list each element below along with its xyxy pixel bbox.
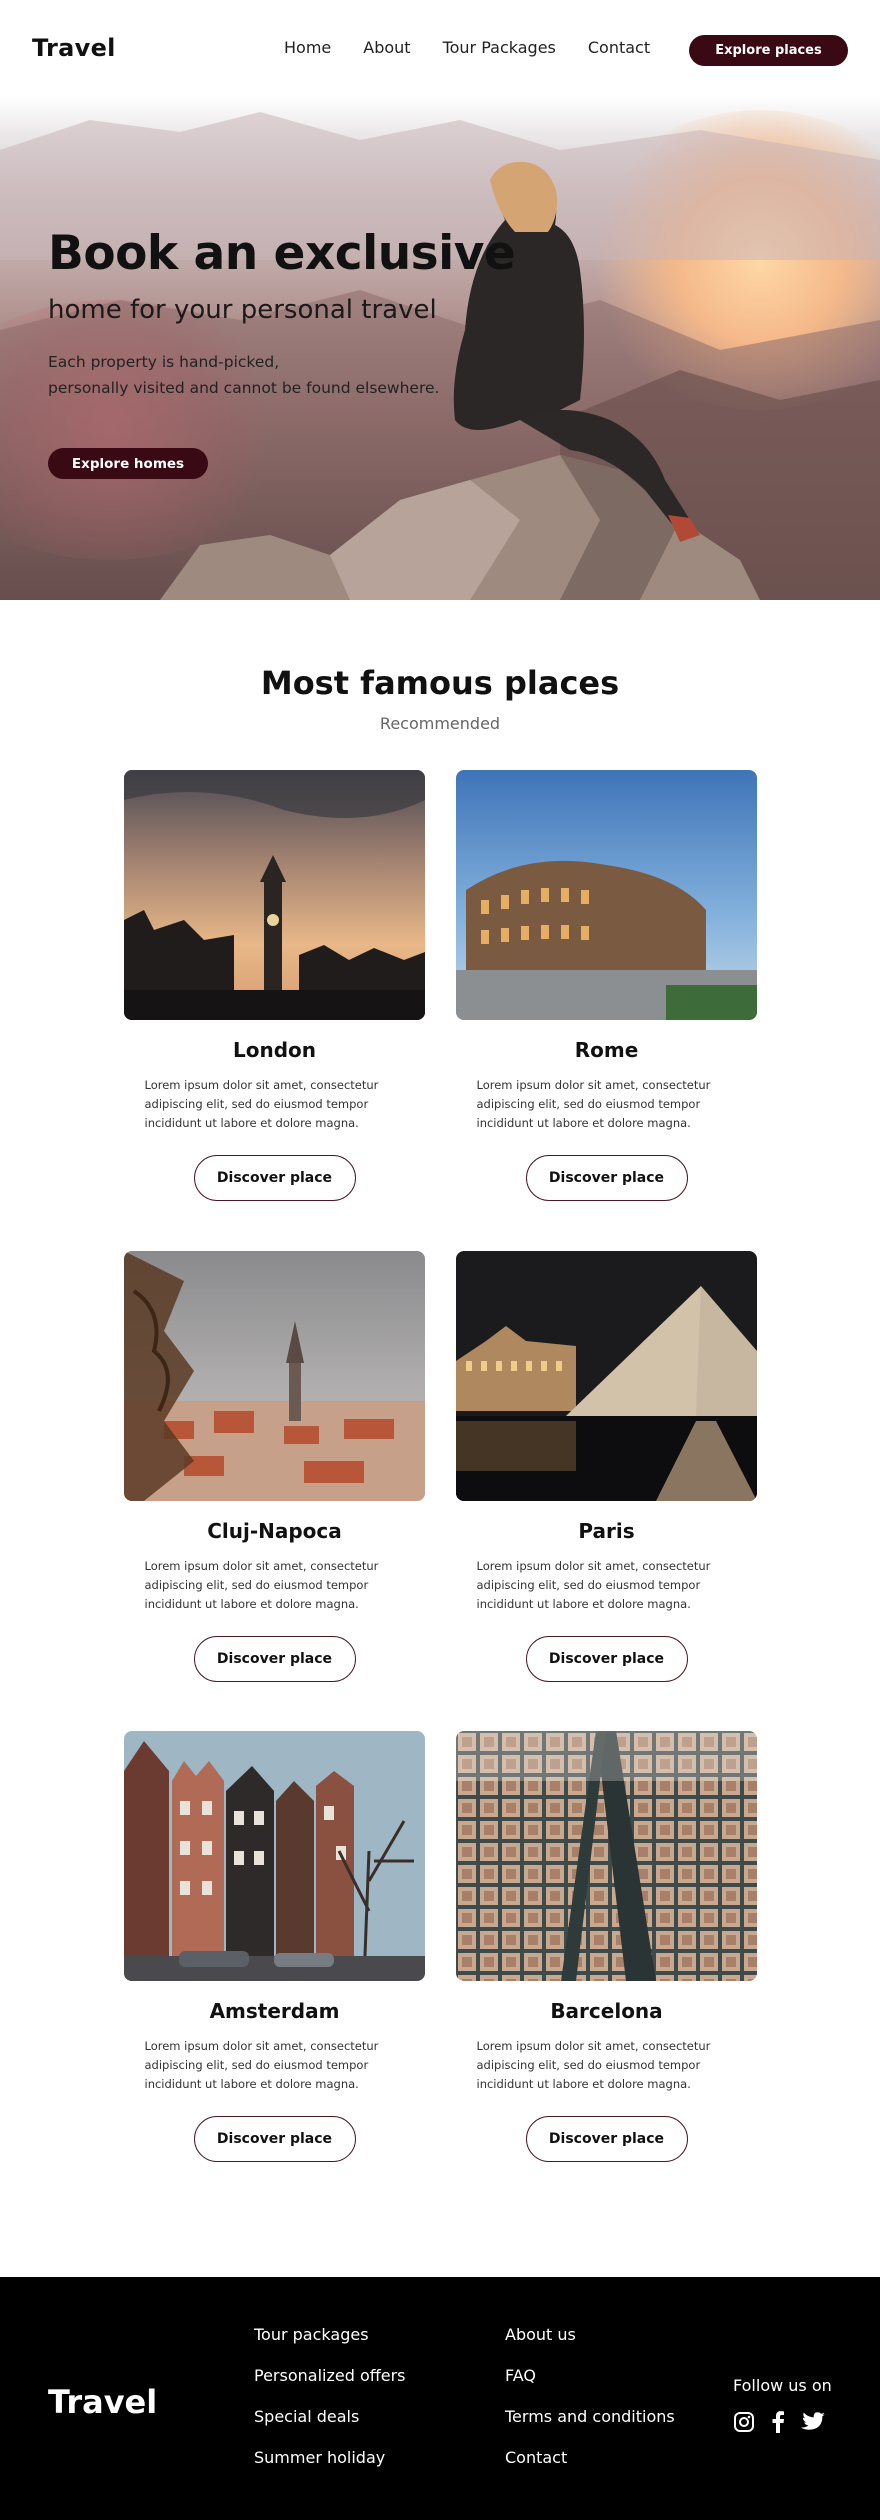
nav-home-link[interactable]: Home (284, 38, 331, 57)
place-name: London (232, 1038, 317, 1062)
section-title: Most famous places (260, 664, 620, 702)
place-image-amsterdam (124, 1731, 425, 1981)
hero-text: Book an exclusive home for your personal… (48, 226, 516, 401)
place-description: Lorem ipsum dolor sit amet, consectetur … (476, 1559, 711, 1611)
place-description: Lorem ipsum dolor sit amet, consectetur … (144, 2039, 379, 2091)
place-name: Paris (578, 1519, 635, 1543)
footer-link-tour-packages[interactable]: Tour packages (254, 2324, 406, 2345)
hero-description: Each property is hand-picked, personally… (48, 349, 515, 401)
footer-link-faq[interactable]: FAQ (505, 2365, 675, 2386)
footer-link-personalized-offers[interactable]: Personalized offers (254, 2365, 406, 2386)
hero-description-line: Each property is hand-picked, (48, 353, 280, 371)
discover-place-button[interactable]: Discover place (193, 2116, 356, 2162)
place-card-paris: Paris Lorem ipsum dolor sit amet, consec… (456, 1251, 757, 1682)
explore-homes-button[interactable]: Explore homes (48, 448, 208, 479)
hero-title: Book an exclusive (48, 226, 516, 281)
footer-col-offers: Tour packages Personalized offers Specia… (254, 2324, 406, 2488)
hero-description-line: personally visited and cannot be found e… (48, 379, 440, 397)
place-card-rome: Rome Lorem ipsum dolor sit amet, consect… (456, 770, 757, 1201)
footer-col-info: About us FAQ Terms and conditions Contac… (505, 2324, 675, 2488)
place-card-amsterdam: Amsterdam Lorem ipsum dolor sit amet, co… (124, 1731, 425, 2162)
nav-links: Home About Tour Packages Contact (284, 38, 682, 57)
place-name: Cluj-Napoca (207, 1519, 342, 1543)
place-name: Rome (574, 1038, 639, 1062)
place-description: Lorem ipsum dolor sit amet, consectetur … (476, 1078, 711, 1130)
nav-contact-link[interactable]: Contact (588, 38, 650, 57)
place-description: Lorem ipsum dolor sit amet, consectetur … (144, 1559, 379, 1611)
social-icons (733, 2411, 825, 2437)
footer-link-about-us[interactable]: About us (505, 2324, 675, 2345)
place-name: Amsterdam (209, 1999, 340, 2023)
place-image-paris (456, 1251, 757, 1501)
hero-subtitle: home for your personal travel (48, 295, 437, 325)
footer-link-contact[interactable]: Contact (505, 2447, 675, 2468)
discover-place-button[interactable]: Discover place (525, 1636, 688, 1682)
facebook-icon[interactable] (771, 2411, 785, 2437)
explore-places-button[interactable]: Explore places (689, 35, 848, 66)
nav-tour-packages-link[interactable]: Tour Packages (443, 38, 556, 57)
place-description: Lorem ipsum dolor sit amet, consectetur … (144, 1078, 379, 1130)
top-nav: Travel Home About Tour Packages Contact … (0, 0, 880, 100)
hero-section: Travel Home About Tour Packages Contact … (0, 0, 880, 600)
section-subtitle: Recommended (379, 714, 501, 733)
nav-about-link[interactable]: About (363, 38, 410, 57)
discover-place-button[interactable]: Discover place (193, 1636, 356, 1682)
place-image-barcelona (456, 1731, 757, 1981)
discover-place-button[interactable]: Discover place (193, 1155, 356, 1201)
place-card-cluj-napoca: Cluj-Napoca Lorem ipsum dolor sit amet, … (124, 1251, 425, 1682)
footer-link-summer-holiday[interactable]: Summer holiday (254, 2447, 406, 2468)
place-image-london (124, 770, 425, 1020)
place-image-cluj-napoca (124, 1251, 425, 1501)
place-card-barcelona: Barcelona Lorem ipsum dolor sit amet, co… (456, 1731, 757, 2162)
discover-place-button[interactable]: Discover place (525, 1155, 688, 1201)
place-description: Lorem ipsum dolor sit amet, consectetur … (476, 2039, 711, 2091)
discover-place-button[interactable]: Discover place (525, 2116, 688, 2162)
place-card-london: London Lorem ipsum dolor sit amet, conse… (124, 770, 425, 1201)
instagram-icon[interactable] (733, 2411, 755, 2437)
place-name: Barcelona (550, 1999, 663, 2023)
footer-link-special-deals[interactable]: Special deals (254, 2406, 406, 2427)
footer-brand[interactable]: Travel (48, 2383, 157, 2421)
place-image-rome (456, 770, 757, 1020)
brand-logo[interactable]: Travel (32, 34, 116, 62)
footer: Travel Tour packages Personalized offers… (0, 2277, 880, 2520)
follow-us-label: Follow us on (733, 2376, 832, 2395)
footer-link-terms[interactable]: Terms and conditions (505, 2406, 675, 2427)
twitter-icon[interactable] (801, 2412, 825, 2436)
